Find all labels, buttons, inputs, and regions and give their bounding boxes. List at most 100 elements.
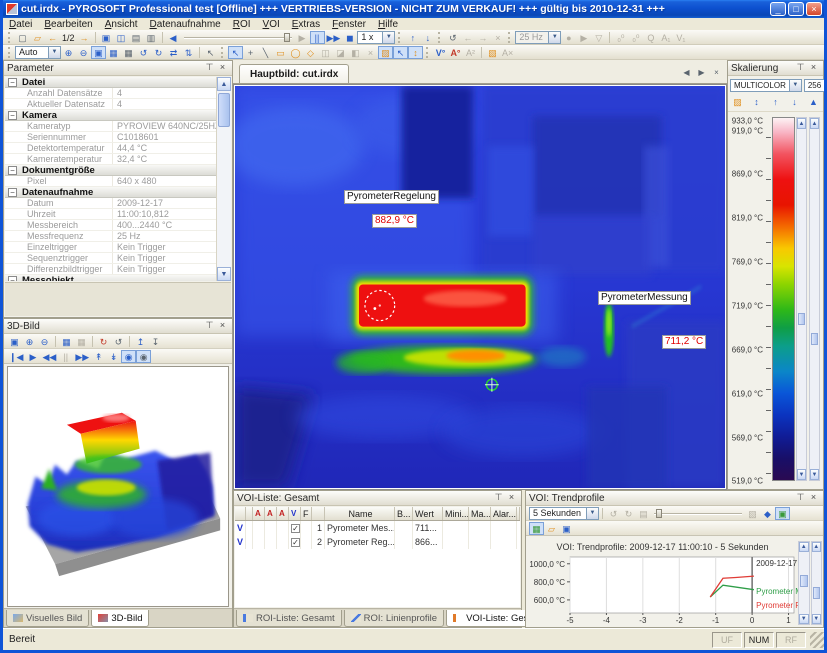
chevron-down-icon[interactable]: ▼ [48, 47, 60, 58]
column-header-min[interactable]: Mini... [443, 507, 469, 520]
close-icon[interactable]: × [216, 320, 229, 332]
column-header-max[interactable]: Ma... [469, 507, 491, 520]
print-preview-icon[interactable]: ▥ [144, 31, 159, 44]
new-file-icon[interactable]: ▢ [15, 31, 30, 44]
arrow-left-icon[interactable]: ← [460, 31, 475, 44]
column-header-b[interactable]: B... [395, 507, 413, 520]
voi-new-icon[interactable]: V° [433, 46, 448, 59]
roi-ellipse-icon[interactable]: ◯ [288, 46, 303, 59]
rotate-up-icon[interactable]: ↟ [91, 350, 106, 363]
scale-max-icon[interactable]: ↑ [768, 95, 783, 108]
chevron-down-icon[interactable]: ▼ [382, 32, 394, 43]
scale-min-spinner[interactable]: ▲ ▼ [809, 117, 820, 481]
voi-table-row[interactable]: V ✓ 1 Pyrometer Mes... 711... [235, 521, 520, 535]
menu-hilfe[interactable]: Hilfe [378, 19, 398, 30]
grid-off-icon[interactable]: ▦ [74, 335, 89, 348]
levels-combo[interactable]: 256 ▼ [804, 79, 827, 92]
tab-hauptbild[interactable]: Hauptbild: cut.irdx [239, 64, 349, 83]
roi-move-icon[interactable]: ↖ [393, 46, 408, 59]
voi-column-icon[interactable]: V [289, 507, 301, 520]
parameter-row[interactable]: Detektortemperatur44,4 °C [5, 143, 216, 154]
chevron-down-icon[interactable]: ▼ [586, 508, 598, 519]
trend-marker-icon[interactable]: ◆ [760, 507, 775, 520]
play-backward-icon[interactable]: ◀ [166, 31, 181, 44]
parameter-row[interactable]: KameratypPYROVIEW 640NC/25HZ/17 X13 [5, 121, 216, 132]
trend-copy-icon[interactable]: ▱ [544, 522, 559, 535]
trend-back-icon[interactable]: ↺ [606, 507, 621, 520]
timeline-slider[interactable] [184, 33, 292, 42]
rotate-down-icon[interactable]: ↡ [106, 350, 121, 363]
alarm-column-icon[interactable]: A [277, 507, 289, 520]
prev-frame-icon[interactable]: ← [45, 31, 60, 44]
resize-grip[interactable] [810, 632, 824, 648]
menu-voi[interactable]: VOI [263, 19, 280, 30]
rotate-left-icon[interactable]: ↺ [136, 46, 151, 59]
sequence-b-icon[interactable]: ₀⁰ [628, 31, 643, 44]
trend-slider-thumb[interactable] [656, 509, 662, 518]
collapse-icon[interactable]: − [8, 276, 17, 282]
trend-grid-icon[interactable]: ▦ [529, 522, 544, 535]
collapse-icon[interactable]: − [8, 188, 17, 197]
palette-combo[interactable]: MULTICOLOR ▼ [730, 79, 802, 92]
interval-combo[interactable]: 5 Sekunden ▼ [529, 507, 599, 520]
cursor-icon[interactable]: ↖ [203, 46, 218, 59]
parameter-row[interactable]: EinzeltriggerKein Trigger [5, 242, 216, 253]
trend-forward-icon[interactable]: ↻ [621, 507, 636, 520]
tab-scroll-left-icon[interactable]: ◀ [679, 66, 694, 79]
alarm-delete-icon[interactable]: A× [500, 46, 515, 59]
spinner-thumb[interactable] [798, 313, 805, 325]
alarm-edit-icon[interactable]: A² [463, 46, 478, 59]
scrollbar-thumb[interactable] [800, 575, 808, 587]
scale-up-icon[interactable]: ▲ [806, 95, 821, 108]
voi-temp-regelung[interactable]: 882,9 °C [372, 214, 417, 228]
rotate-right-icon[interactable]: ↻ [151, 46, 166, 59]
dataset-up-icon[interactable]: ↑ [405, 31, 420, 44]
trend-plot[interactable]: -5-4-3-2-101600,0 °C800,0 °C1000,0 °C200… [528, 554, 799, 625]
collapse-icon[interactable]: − [8, 166, 17, 175]
timeline-slider-thumb[interactable] [284, 33, 290, 42]
pin-icon[interactable]: ⊤ [794, 492, 807, 504]
parameter-row[interactable]: Kameratemperatur32,4 °C [5, 154, 216, 165]
trend-vscroll-2[interactable]: ▲ ▼ [811, 541, 823, 625]
parameter-row[interactable]: Aktueller Datensatz4 [5, 99, 216, 110]
zoom-in-icon[interactable]: ⊕ [61, 46, 76, 59]
chevron-down-icon[interactable]: ▼ [548, 32, 560, 43]
refresh-remove-icon[interactable]: ↺ [111, 335, 126, 348]
parameter-row[interactable]: Uhrzeit11:00:10,812 [5, 209, 216, 220]
tab-3d-bild[interactable]: 3D-Bild [91, 610, 149, 627]
roi-rectangle-icon[interactable]: ▭ [273, 46, 288, 59]
bild3d-canvas[interactable] [7, 366, 229, 607]
print-icon[interactable]: ▤ [129, 31, 144, 44]
step-back-icon[interactable]: ❙◀ [7, 350, 25, 363]
roi-point-icon[interactable]: + [243, 46, 258, 59]
stop-icon[interactable]: ◼ [342, 31, 357, 44]
menu-datei[interactable]: Datei [9, 19, 32, 30]
scrollbar-thumb[interactable] [218, 93, 230, 127]
parameter-row[interactable]: DifferenzbildtriggerKein Trigger [5, 264, 216, 275]
minimize-button[interactable]: _ [770, 2, 786, 16]
camera-icon[interactable]: ◉ [136, 350, 151, 363]
scroll-down-icon[interactable]: ▼ [799, 614, 809, 624]
column-header-name[interactable]: Name [325, 507, 395, 520]
zoom-out-icon[interactable]: ⊖ [37, 335, 52, 348]
zoom-in-icon[interactable]: ⊕ [22, 335, 37, 348]
grid-on-icon[interactable]: ▦ [59, 335, 74, 348]
parameter-row[interactable]: SequenztriggerKein Trigger [5, 253, 216, 264]
column-header-wert[interactable]: Wert [413, 507, 443, 520]
spin-up-icon[interactable]: ▲ [797, 118, 806, 129]
scale-max-spinner[interactable]: ▲ ▼ [796, 117, 807, 481]
pin-icon[interactable]: ⊤ [203, 62, 216, 74]
parameter-section[interactable]: −Datei [5, 77, 216, 88]
record-icon[interactable]: ● [561, 31, 576, 44]
parameter-row[interactable]: Messbereich400...2440 °C [5, 220, 216, 231]
arrow-right-icon[interactable]: → [475, 31, 490, 44]
trigger-icon[interactable]: ▽ [591, 31, 606, 44]
voi-temp-messung[interactable]: 711,2 °C [662, 335, 706, 349]
parameter-section[interactable]: −Datenaufnahme [5, 187, 216, 198]
trend-export-icon[interactable]: ▤ [636, 507, 651, 520]
link-icon[interactable]: ↺ [445, 31, 460, 44]
scroll-down-icon[interactable]: ▼ [812, 614, 822, 624]
pause-icon[interactable]: || [310, 31, 325, 44]
tab-visuelles-bild[interactable]: Visuelles Bild [6, 610, 89, 627]
copy-icon[interactable]: ◫ [114, 31, 129, 44]
